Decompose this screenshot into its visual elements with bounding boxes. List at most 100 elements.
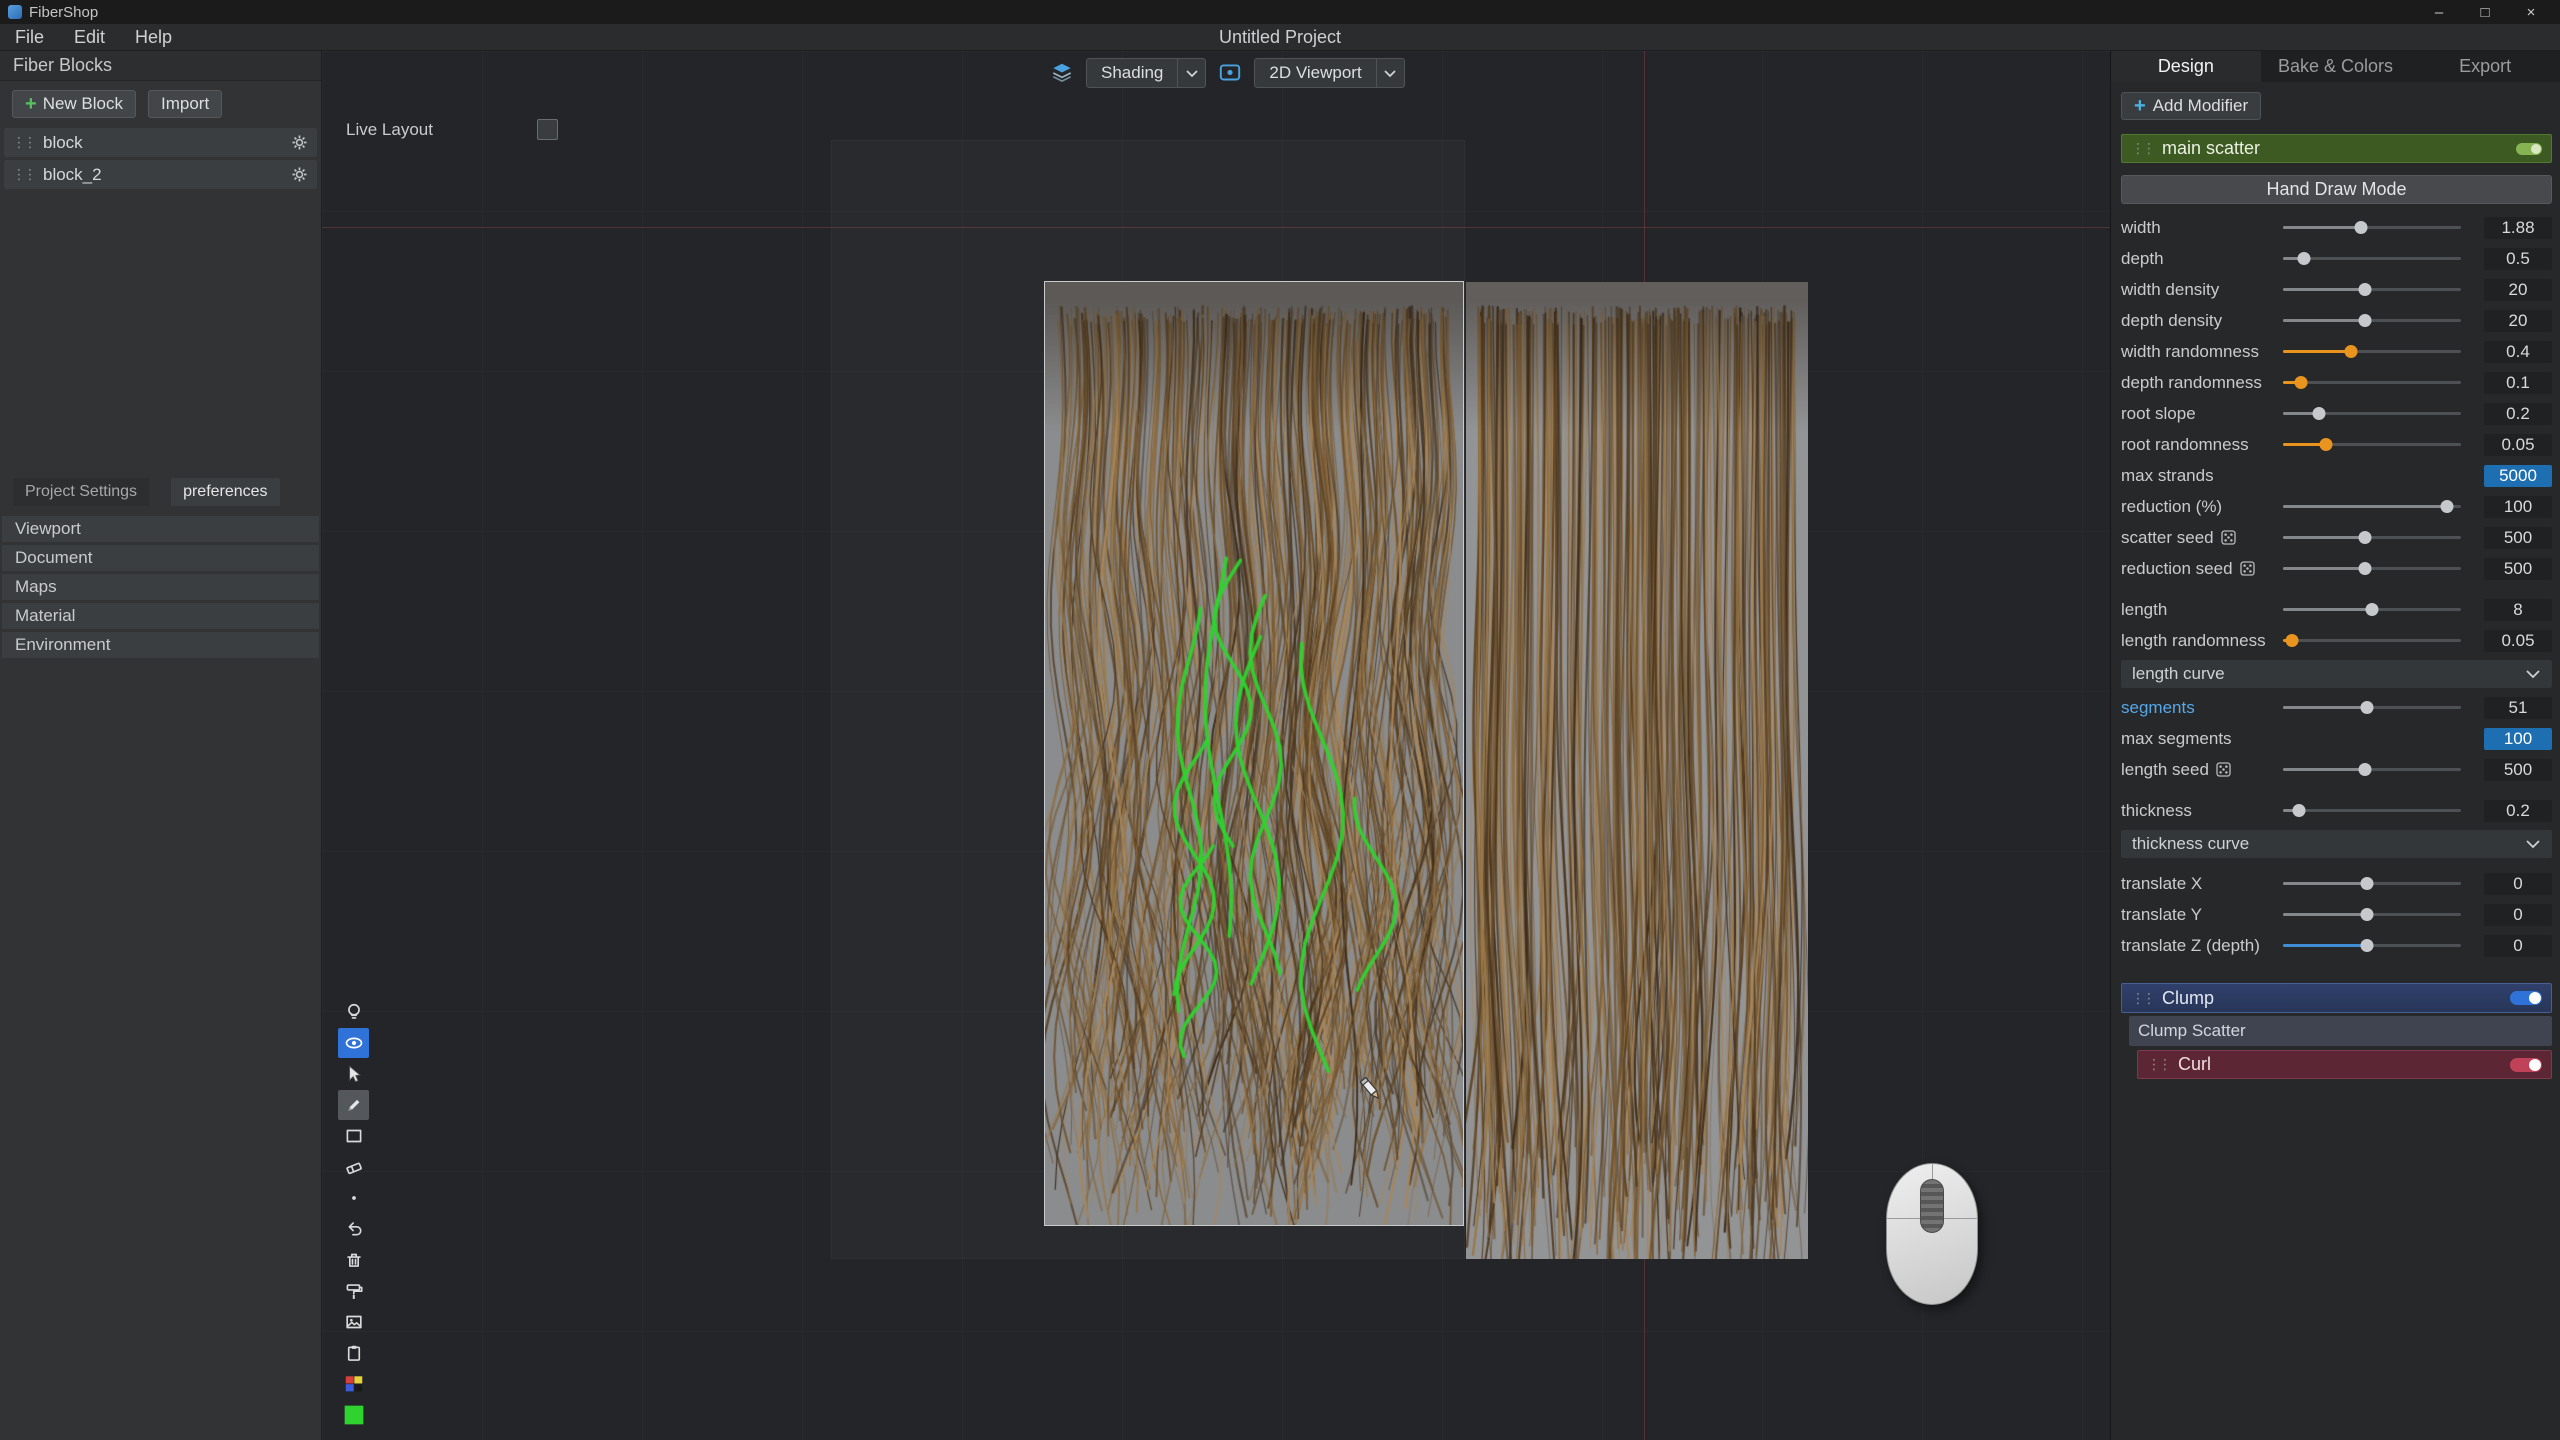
hair-block-canvas-right[interactable] (1466, 282, 1808, 1259)
root-randomness-slider[interactable] (2283, 429, 2461, 460)
block-settings-gear-icon[interactable] (290, 165, 309, 184)
translate-x-value[interactable]: 0 (2484, 873, 2552, 895)
depth-value[interactable]: 0.5 (2484, 248, 2552, 270)
slider-handle[interactable] (2440, 500, 2453, 513)
depth-slider[interactable] (2283, 243, 2461, 274)
root-slope-value[interactable]: 0.2 (2484, 403, 2552, 425)
sidebar-item-document[interactable]: Document (2, 545, 319, 571)
slider-handle[interactable] (2285, 634, 2298, 647)
viewport[interactable]: Shading 2D Viewport Live Layout (322, 51, 2110, 1440)
thickness-curve-dropdown[interactable]: thickness curve (2121, 830, 2552, 858)
sidebar-item-maps[interactable]: Maps (2, 574, 319, 600)
green-swatch[interactable] (338, 1400, 369, 1430)
width-randomness-value[interactable]: 0.4 (2484, 341, 2552, 363)
eye-icon[interactable] (338, 1028, 369, 1058)
swatch-grid-icon[interactable] (338, 1369, 369, 1399)
dot-icon[interactable] (338, 1183, 369, 1213)
tab-design[interactable]: Design (2111, 51, 2261, 82)
hand-draw-mode-button[interactable]: Hand Draw Mode (2121, 175, 2552, 204)
slider-handle[interactable] (2360, 701, 2373, 714)
translate-z-depth-slider[interactable] (2283, 930, 2461, 961)
modifier-curl[interactable]: ⋮⋮Curl (2137, 1050, 2552, 1079)
modifier-clump-scatter[interactable]: Clump Scatter (2129, 1016, 2552, 1046)
tab-bake-colors[interactable]: Bake & Colors (2261, 51, 2411, 82)
slider-handle[interactable] (2358, 763, 2371, 776)
translate-y-value[interactable]: 0 (2484, 904, 2552, 926)
clump-toggle[interactable] (2510, 991, 2542, 1005)
slider-handle[interactable] (2360, 908, 2373, 921)
block-settings-gear-icon[interactable] (290, 133, 309, 152)
block-row-block[interactable]: ⋮⋮block (4, 128, 317, 157)
minimize-button[interactable]: – (2418, 0, 2460, 24)
modifier-clump[interactable]: ⋮⋮Clump (2121, 983, 2552, 1013)
modifier-main-scatter[interactable]: ⋮⋮ main scatter (2121, 134, 2552, 163)
rect-icon[interactable] (338, 1121, 369, 1151)
length-slider[interactable] (2283, 594, 2461, 625)
translate-x-slider[interactable] (2283, 868, 2461, 899)
width-density-slider[interactable] (2283, 274, 2461, 305)
slider-handle[interactable] (2344, 345, 2357, 358)
trash-icon[interactable] (338, 1245, 369, 1275)
live-layout-checkbox[interactable] (537, 119, 558, 140)
root-slope-slider[interactable] (2283, 398, 2461, 429)
translate-z-depth-value[interactable]: 0 (2484, 935, 2552, 957)
max-segments-value[interactable]: 100 (2484, 728, 2552, 750)
image-icon[interactable] (338, 1307, 369, 1337)
main-scatter-toggle[interactable] (2516, 143, 2542, 155)
thickness-value[interactable]: 0.2 (2484, 800, 2552, 822)
tab-export[interactable]: Export (2410, 51, 2560, 82)
block-row-block-2[interactable]: ⋮⋮block_2 (4, 160, 317, 189)
menu-item-edit[interactable]: Edit (59, 24, 120, 50)
eraser-icon[interactable] (338, 1152, 369, 1182)
depth-randomness-value[interactable]: 0.1 (2484, 372, 2552, 394)
width-value[interactable]: 1.88 (2484, 217, 2552, 239)
slider-handle[interactable] (2312, 407, 2325, 420)
length-randomness-slider[interactable] (2283, 625, 2461, 656)
slider-handle[interactable] (2298, 252, 2311, 265)
length-seed-value[interactable]: 500 (2484, 759, 2552, 781)
slider-handle[interactable] (2360, 877, 2373, 890)
cursor-icon[interactable] (338, 1059, 369, 1089)
thickness-slider[interactable] (2283, 795, 2461, 826)
close-button[interactable]: × (2510, 0, 2552, 24)
reduction-slider[interactable] (2283, 491, 2461, 522)
menu-item-file[interactable]: File (0, 24, 59, 50)
new-block-button[interactable]: +New Block (12, 90, 136, 118)
depth-density-slider[interactable] (2283, 305, 2461, 336)
reduction-seed-value[interactable]: 500 (2484, 558, 2552, 580)
tab-project-settings[interactable]: Project Settings (13, 478, 149, 506)
length-seed-slider[interactable] (2283, 754, 2461, 785)
pen-icon[interactable] (338, 1090, 369, 1120)
slider-handle[interactable] (2360, 939, 2373, 952)
length-randomness-value[interactable]: 0.05 (2484, 630, 2552, 652)
sidebar-item-viewport[interactable]: Viewport (2, 516, 319, 542)
segments-slider[interactable] (2283, 692, 2461, 723)
import-button[interactable]: Import (148, 90, 222, 118)
sidebar-item-environment[interactable]: Environment (2, 632, 319, 658)
scatter-seed-slider[interactable] (2283, 522, 2461, 553)
max-strands-value[interactable]: 5000 (2484, 465, 2552, 487)
slider-handle[interactable] (2355, 221, 2368, 234)
hair-block-canvas-left[interactable] (1045, 282, 1463, 1225)
slider-handle[interactable] (2358, 562, 2371, 575)
bulb-icon[interactable] (338, 997, 369, 1027)
translate-y-slider[interactable] (2283, 899, 2461, 930)
width-density-value[interactable]: 20 (2484, 279, 2552, 301)
reduction-value[interactable]: 100 (2484, 496, 2552, 518)
width-randomness-slider[interactable] (2283, 336, 2461, 367)
tab-preferences[interactable]: preferences (171, 478, 280, 506)
reduction-seed-slider[interactable] (2283, 553, 2461, 584)
depth-density-value[interactable]: 20 (2484, 310, 2552, 332)
slider-handle[interactable] (2358, 531, 2371, 544)
paint-roller-icon[interactable] (338, 1276, 369, 1306)
slider-handle[interactable] (2319, 438, 2332, 451)
scatter-seed-value[interactable]: 500 (2484, 527, 2552, 549)
slider-handle[interactable] (2358, 314, 2371, 327)
curl-toggle[interactable] (2510, 1058, 2542, 1072)
slider-handle[interactable] (2358, 283, 2371, 296)
maximize-button[interactable]: □ (2464, 0, 2506, 24)
clipboard-icon[interactable] (338, 1338, 369, 1368)
width-slider[interactable] (2283, 212, 2461, 243)
undo-icon[interactable] (338, 1214, 369, 1244)
depth-randomness-slider[interactable] (2283, 367, 2461, 398)
